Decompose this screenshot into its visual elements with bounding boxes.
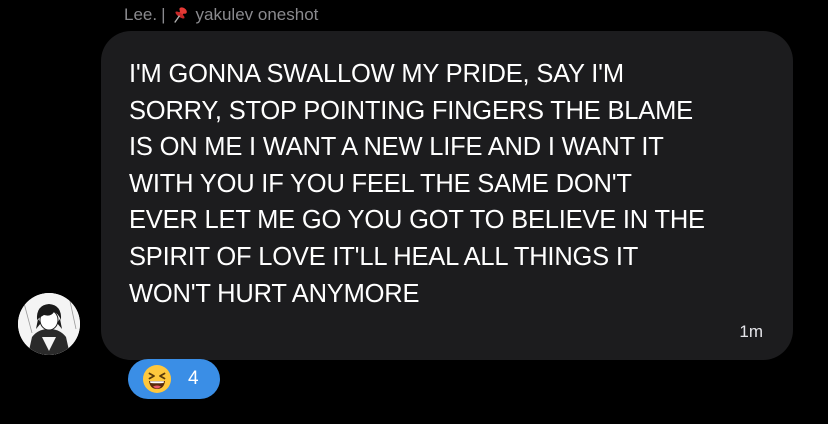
message-line: WON'T HURT ANYMORE [129,279,420,308]
message-line: EVER LET ME GO YOU GOT TO BELIEVE IN THE [129,206,705,235]
user-avatar-icon [18,293,80,355]
message-sender-line: Lee. | yakulev oneshot [124,4,318,26]
thread-name[interactable]: yakulev oneshot [196,5,319,25]
message-line: SPIRIT OF LOVE IT'LL HEAL ALL THINGS IT [129,242,639,271]
message-line: I'M GONNA SWALLOW MY PRIDE, SAY I'M [129,60,624,88]
grinning-squinting-face-icon [143,365,171,393]
avatar[interactable] [18,293,80,355]
pushpin-icon [173,7,187,23]
message-bubble[interactable]: I'M GONNA SWALLOW MY PRIDE, SAY I'M SORR… [101,31,793,360]
header-separator: | [161,5,166,24]
message-timestamp: 1m [739,322,763,341]
message-line: IS ON ME I WANT A NEW LIFE AND I WANT IT [129,133,664,162]
message-line: WITH YOU IF YOU FEEL THE SAME DON'T [129,169,632,198]
reaction-pill[interactable]: 4 [128,359,220,399]
message-line: SORRY, STOP POINTING FINGERS THE BLAME [129,96,693,125]
sender-name[interactable]: Lee. [124,5,157,25]
message-text: I'M GONNA SWALLOW MY PRIDE, SAY I'M SORR… [129,56,769,312]
reaction-count: 4 [188,368,199,389]
